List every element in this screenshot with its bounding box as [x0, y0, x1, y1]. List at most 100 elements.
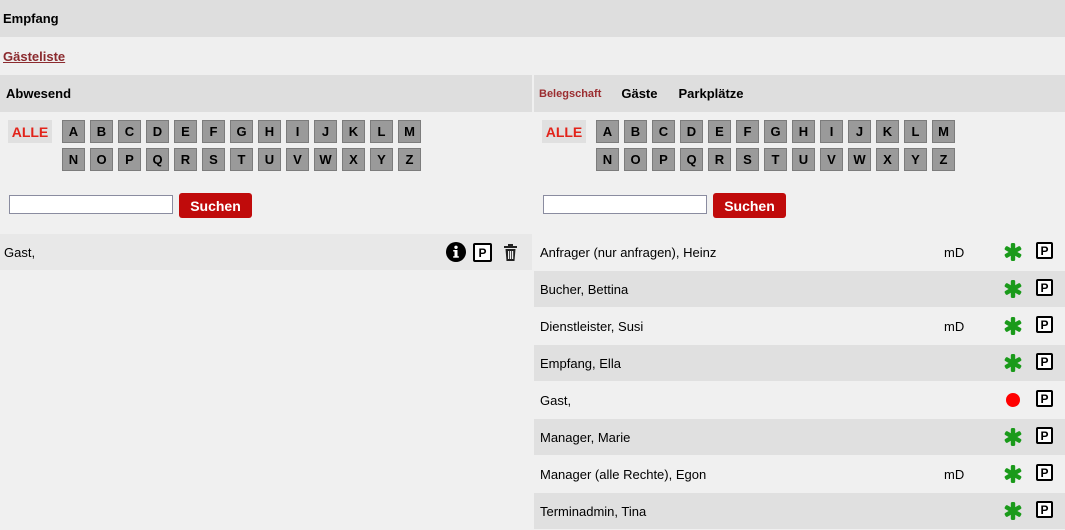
- letter-button-s[interactable]: S: [736, 148, 759, 171]
- search-bar-right: Suchen: [534, 184, 1065, 234]
- letter-button-n[interactable]: N: [596, 148, 619, 171]
- letter-button-p[interactable]: P: [652, 148, 675, 171]
- staff-panel: Belegschaft Gäste Parkplätze ALLE ABCDEF…: [534, 75, 1065, 530]
- search-input[interactable]: [543, 195, 707, 214]
- letter-button-m[interactable]: M: [932, 120, 955, 143]
- green-asterisk-icon: [1004, 502, 1022, 520]
- letter-button-x[interactable]: X: [876, 148, 899, 171]
- letter-button-j[interactable]: J: [314, 120, 337, 143]
- guest-list-link[interactable]: Gästeliste: [3, 49, 65, 64]
- letter-button-t[interactable]: T: [764, 148, 787, 171]
- parking-icon[interactable]: P: [1036, 427, 1053, 444]
- letter-button-j[interactable]: J: [848, 120, 871, 143]
- md-label: mD: [944, 319, 965, 334]
- letter-button-z[interactable]: Z: [932, 148, 955, 171]
- letter-buttons: ABCDEFGHIJKLM NOPQRSTUVWXYZ: [596, 120, 976, 176]
- letter-button-r[interactable]: R: [174, 148, 197, 171]
- list-item[interactable]: Manager, Marie P: [534, 419, 1065, 456]
- letter-button-k[interactable]: K: [342, 120, 365, 143]
- list-item[interactable]: Empfang, Ella P: [534, 345, 1065, 382]
- letter-button-i[interactable]: I: [286, 120, 309, 143]
- red-dot-icon: [1006, 393, 1020, 407]
- letter-button-v[interactable]: V: [286, 148, 309, 171]
- letter-button-i[interactable]: I: [820, 120, 843, 143]
- page-title: Empfang: [3, 11, 59, 26]
- staff-name: Manager (alle Rechte), Egon: [540, 467, 707, 482]
- list-item[interactable]: Gast, P: [534, 382, 1065, 419]
- info-icon[interactable]: [446, 242, 466, 262]
- letter-button-y[interactable]: Y: [904, 148, 927, 171]
- letter-button-u[interactable]: U: [258, 148, 281, 171]
- parking-icon[interactable]: P: [1036, 316, 1053, 333]
- letter-button-c[interactable]: C: [652, 120, 675, 143]
- letter-button-g[interactable]: G: [230, 120, 253, 143]
- letter-button-d[interactable]: D: [146, 120, 169, 143]
- alle-button[interactable]: ALLE: [542, 120, 586, 143]
- letter-button-f[interactable]: F: [202, 120, 225, 143]
- letter-button-l[interactable]: L: [904, 120, 927, 143]
- letter-button-z[interactable]: Z: [398, 148, 421, 171]
- search-bar-left: Suchen: [0, 184, 532, 234]
- parking-icon[interactable]: P: [1036, 501, 1053, 518]
- letter-button-o[interactable]: O: [90, 148, 113, 171]
- list-item: Gast, P: [0, 234, 532, 271]
- letter-button-d[interactable]: D: [680, 120, 703, 143]
- staff-name: Anfrager (nur anfragen), Heinz: [540, 245, 717, 260]
- absent-panel-title: Abwesend: [6, 86, 72, 101]
- parking-icon[interactable]: P: [1036, 279, 1053, 296]
- search-button[interactable]: Suchen: [179, 193, 252, 218]
- letter-button-b[interactable]: B: [624, 120, 647, 143]
- letter-button-g[interactable]: G: [764, 120, 787, 143]
- letter-button-x[interactable]: X: [342, 148, 365, 171]
- letter-button-r[interactable]: R: [708, 148, 731, 171]
- green-asterisk-icon: [1004, 317, 1022, 335]
- tab-belegschaft[interactable]: Belegschaft: [539, 88, 601, 100]
- absent-panel-header: Abwesend: [0, 75, 532, 112]
- list-item[interactable]: Terminadmin, Tina P: [534, 493, 1065, 530]
- letter-button-u[interactable]: U: [792, 148, 815, 171]
- trash-icon[interactable]: [503, 244, 518, 261]
- letter-button-w[interactable]: W: [314, 148, 337, 171]
- parking-icon[interactable]: P: [1036, 242, 1053, 259]
- letter-button-h[interactable]: H: [792, 120, 815, 143]
- staff-name: Dienstleister, Susi: [540, 319, 644, 334]
- letter-button-t[interactable]: T: [230, 148, 253, 171]
- letter-button-e[interactable]: E: [708, 120, 731, 143]
- letter-button-b[interactable]: B: [90, 120, 113, 143]
- parking-icon[interactable]: P: [1036, 390, 1053, 407]
- list-item[interactable]: Dienstleister, Susi mD P: [534, 308, 1065, 345]
- letter-button-a[interactable]: A: [596, 120, 619, 143]
- letter-button-n[interactable]: N: [62, 148, 85, 171]
- letter-button-l[interactable]: L: [370, 120, 393, 143]
- list-item[interactable]: Manager (alle Rechte), Egon mD P: [534, 456, 1065, 493]
- letter-button-s[interactable]: S: [202, 148, 225, 171]
- letter-button-y[interactable]: Y: [370, 148, 393, 171]
- letter-button-q[interactable]: Q: [146, 148, 169, 171]
- tab-gaeste[interactable]: Gäste: [621, 86, 657, 101]
- letter-button-v[interactable]: V: [820, 148, 843, 171]
- parking-icon[interactable]: P: [473, 243, 492, 262]
- letter-button-e[interactable]: E: [174, 120, 197, 143]
- letter-button-p[interactable]: P: [118, 148, 141, 171]
- green-asterisk-icon: [1004, 243, 1022, 261]
- letter-button-k[interactable]: K: [876, 120, 899, 143]
- staff-list: Anfrager (nur anfragen), Heinz mD P Bucher,…: [534, 234, 1065, 530]
- letter-button-f[interactable]: F: [736, 120, 759, 143]
- alle-button[interactable]: ALLE: [8, 120, 52, 143]
- letter-button-c[interactable]: C: [118, 120, 141, 143]
- parking-icon[interactable]: P: [1036, 464, 1053, 481]
- letter-button-a[interactable]: A: [62, 120, 85, 143]
- letter-button-h[interactable]: H: [258, 120, 281, 143]
- letter-button-m[interactable]: M: [398, 120, 421, 143]
- list-item[interactable]: Bucher, Bettina P: [534, 271, 1065, 308]
- letter-button-o[interactable]: O: [624, 148, 647, 171]
- search-button[interactable]: Suchen: [713, 193, 786, 218]
- staff-name: Gast,: [540, 393, 572, 408]
- letter-button-w[interactable]: W: [848, 148, 871, 171]
- tab-parkplaetze[interactable]: Parkplätze: [679, 86, 744, 101]
- md-label: mD: [944, 245, 965, 260]
- list-item[interactable]: Anfrager (nur anfragen), Heinz mD P: [534, 234, 1065, 271]
- parking-icon[interactable]: P: [1036, 353, 1053, 370]
- letter-button-q[interactable]: Q: [680, 148, 703, 171]
- search-input[interactable]: [9, 195, 173, 214]
